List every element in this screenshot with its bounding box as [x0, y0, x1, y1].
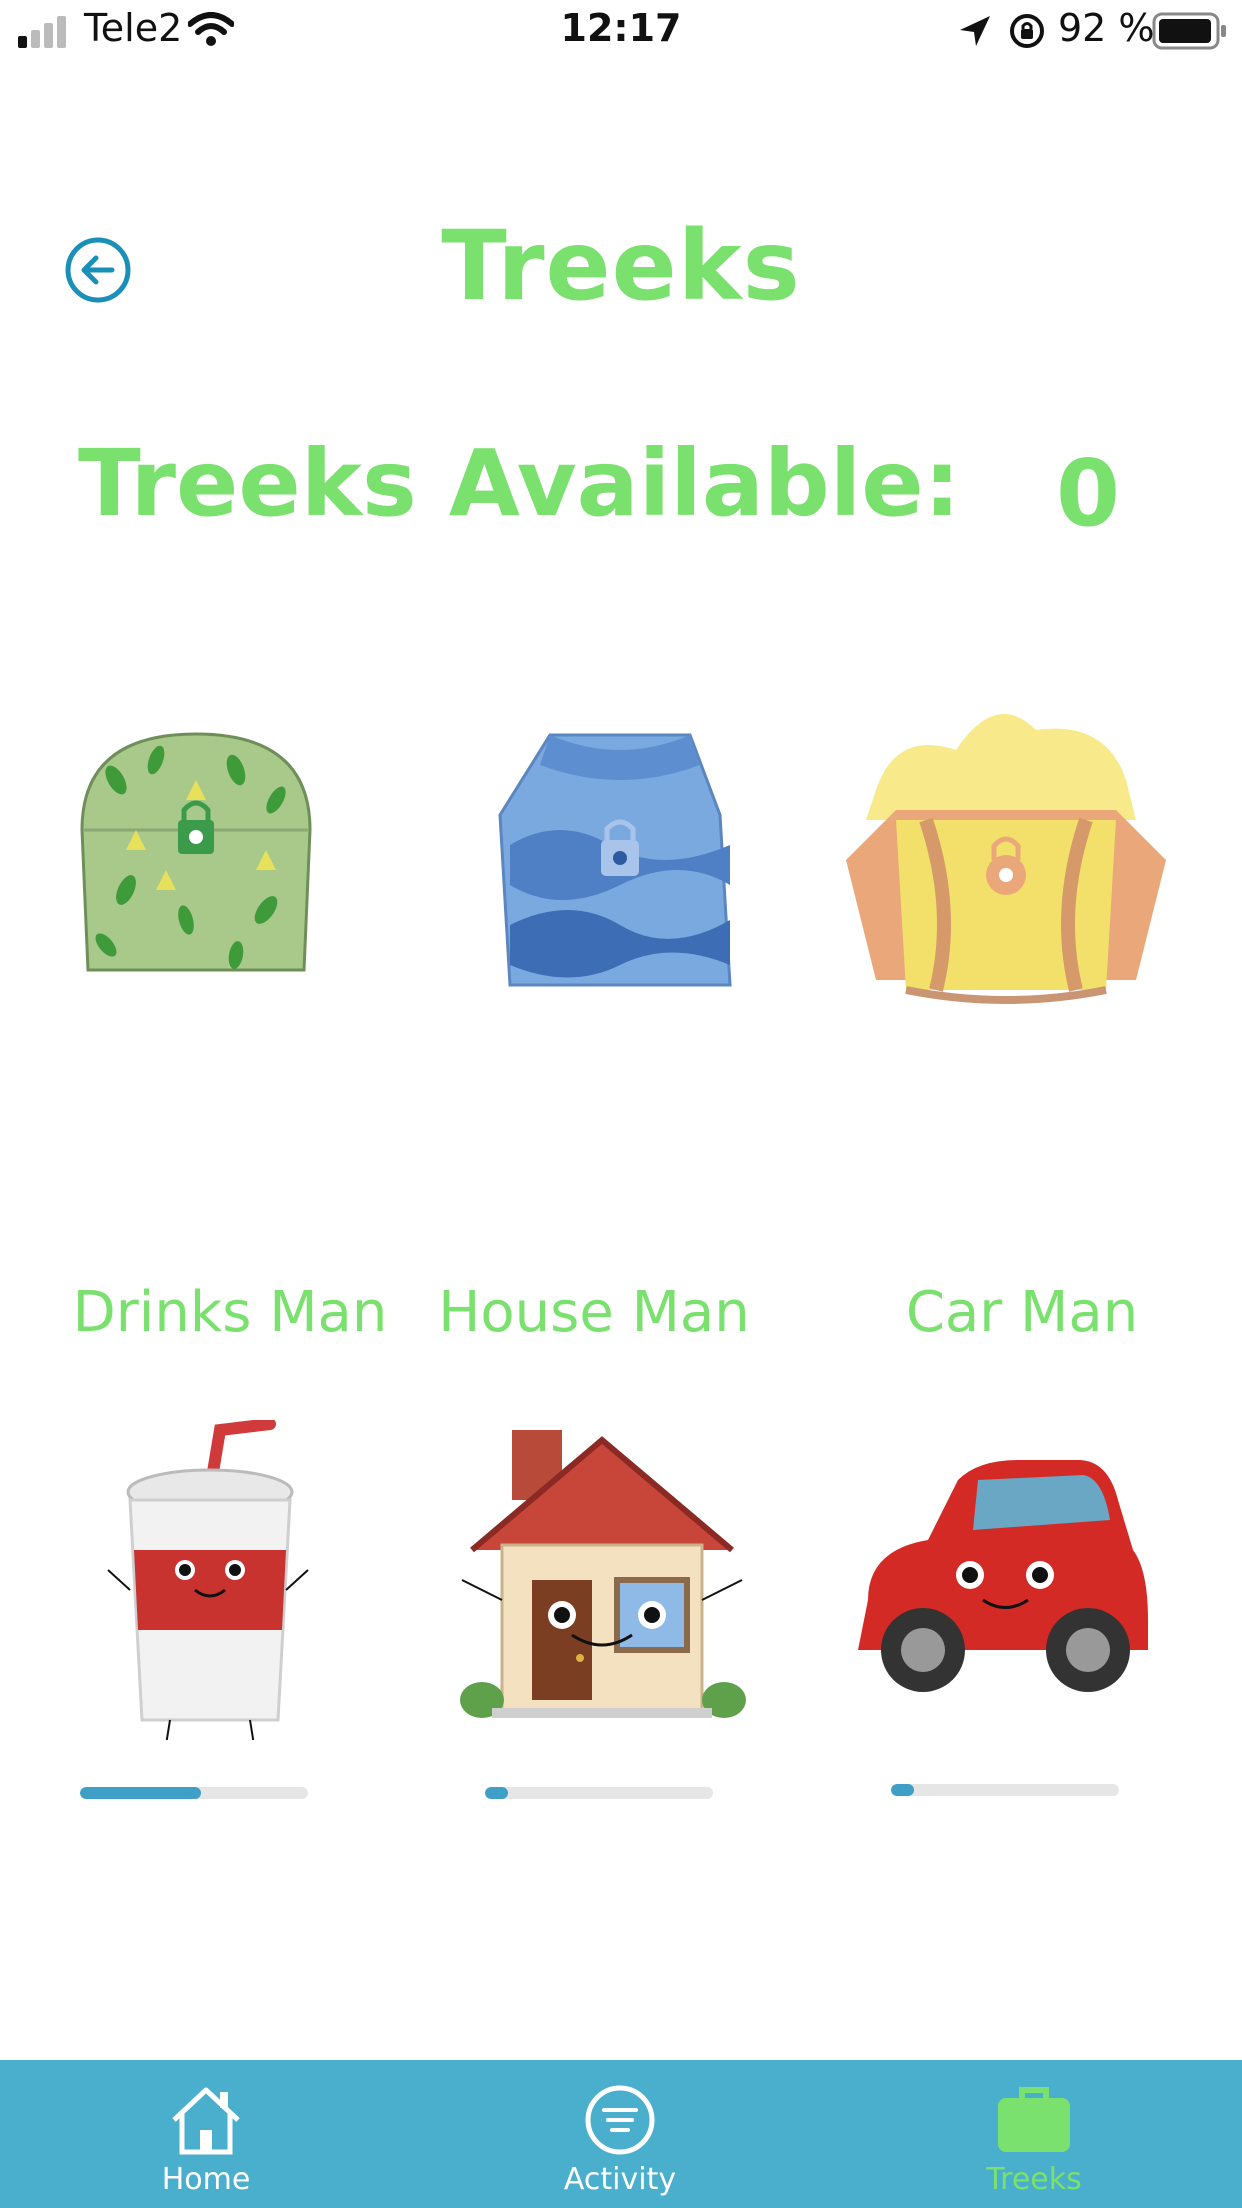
status-bar: Tele2 12:17 92 % [0, 0, 1242, 64]
car-character-icon [858, 1460, 1148, 1692]
treeks-available-count: 0 [1056, 440, 1121, 547]
treeks-available-label: Treeks Available: [78, 430, 961, 537]
house-man-character[interactable] [452, 1420, 752, 1750]
tab-activity-label: Activity [563, 2162, 677, 2197]
cup-character-icon [107, 1418, 309, 1746]
house-man-progress [485, 1787, 713, 1799]
sun-chest[interactable] [836, 690, 1166, 1010]
location-arrow-icon [960, 16, 990, 46]
drinks-man-progress [80, 1787, 308, 1799]
car-man-progress [891, 1784, 1119, 1796]
character-name-drinks-man: Drinks Man [72, 1280, 388, 1345]
battery-percent: 92 % [1058, 6, 1155, 50]
character-name-house-man: House Man [438, 1280, 750, 1345]
house-character-icon [460, 1430, 746, 1718]
leaf-chest[interactable] [66, 720, 366, 1040]
character-name-car-man: Car Man [905, 1280, 1139, 1345]
car-man-progress-fill [891, 1784, 914, 1796]
wave-chest[interactable] [480, 715, 780, 1035]
tab-home-label: Home [161, 2162, 251, 2197]
briefcase-icon [998, 2087, 1070, 2152]
tab-home[interactable]: Home [56, 2060, 356, 2208]
tab-activity[interactable]: Activity [470, 2060, 770, 2208]
drinks-man-character[interactable] [100, 1418, 400, 1750]
drinks-man-progress-fill [80, 1787, 201, 1799]
tab-bar: Home Activity Treeks [0, 2060, 1242, 2208]
battery-icon [1152, 12, 1226, 50]
wave-chest-icon [498, 733, 732, 987]
car-man-character[interactable] [848, 1440, 1148, 1770]
leaf-chest-icon [80, 732, 312, 972]
page-title: Treeks [441, 210, 801, 322]
house-man-progress-fill [485, 1787, 508, 1799]
status-time: 12:17 [560, 6, 682, 50]
tab-treeks[interactable]: Treeks [884, 2060, 1184, 2208]
tab-treeks-label: Treeks [986, 2162, 1082, 2197]
sun-chest-icon [846, 714, 1166, 1004]
house-icon [172, 2087, 240, 2155]
rotation-lock-icon [1010, 14, 1044, 48]
list-circle-icon [585, 2085, 655, 2155]
